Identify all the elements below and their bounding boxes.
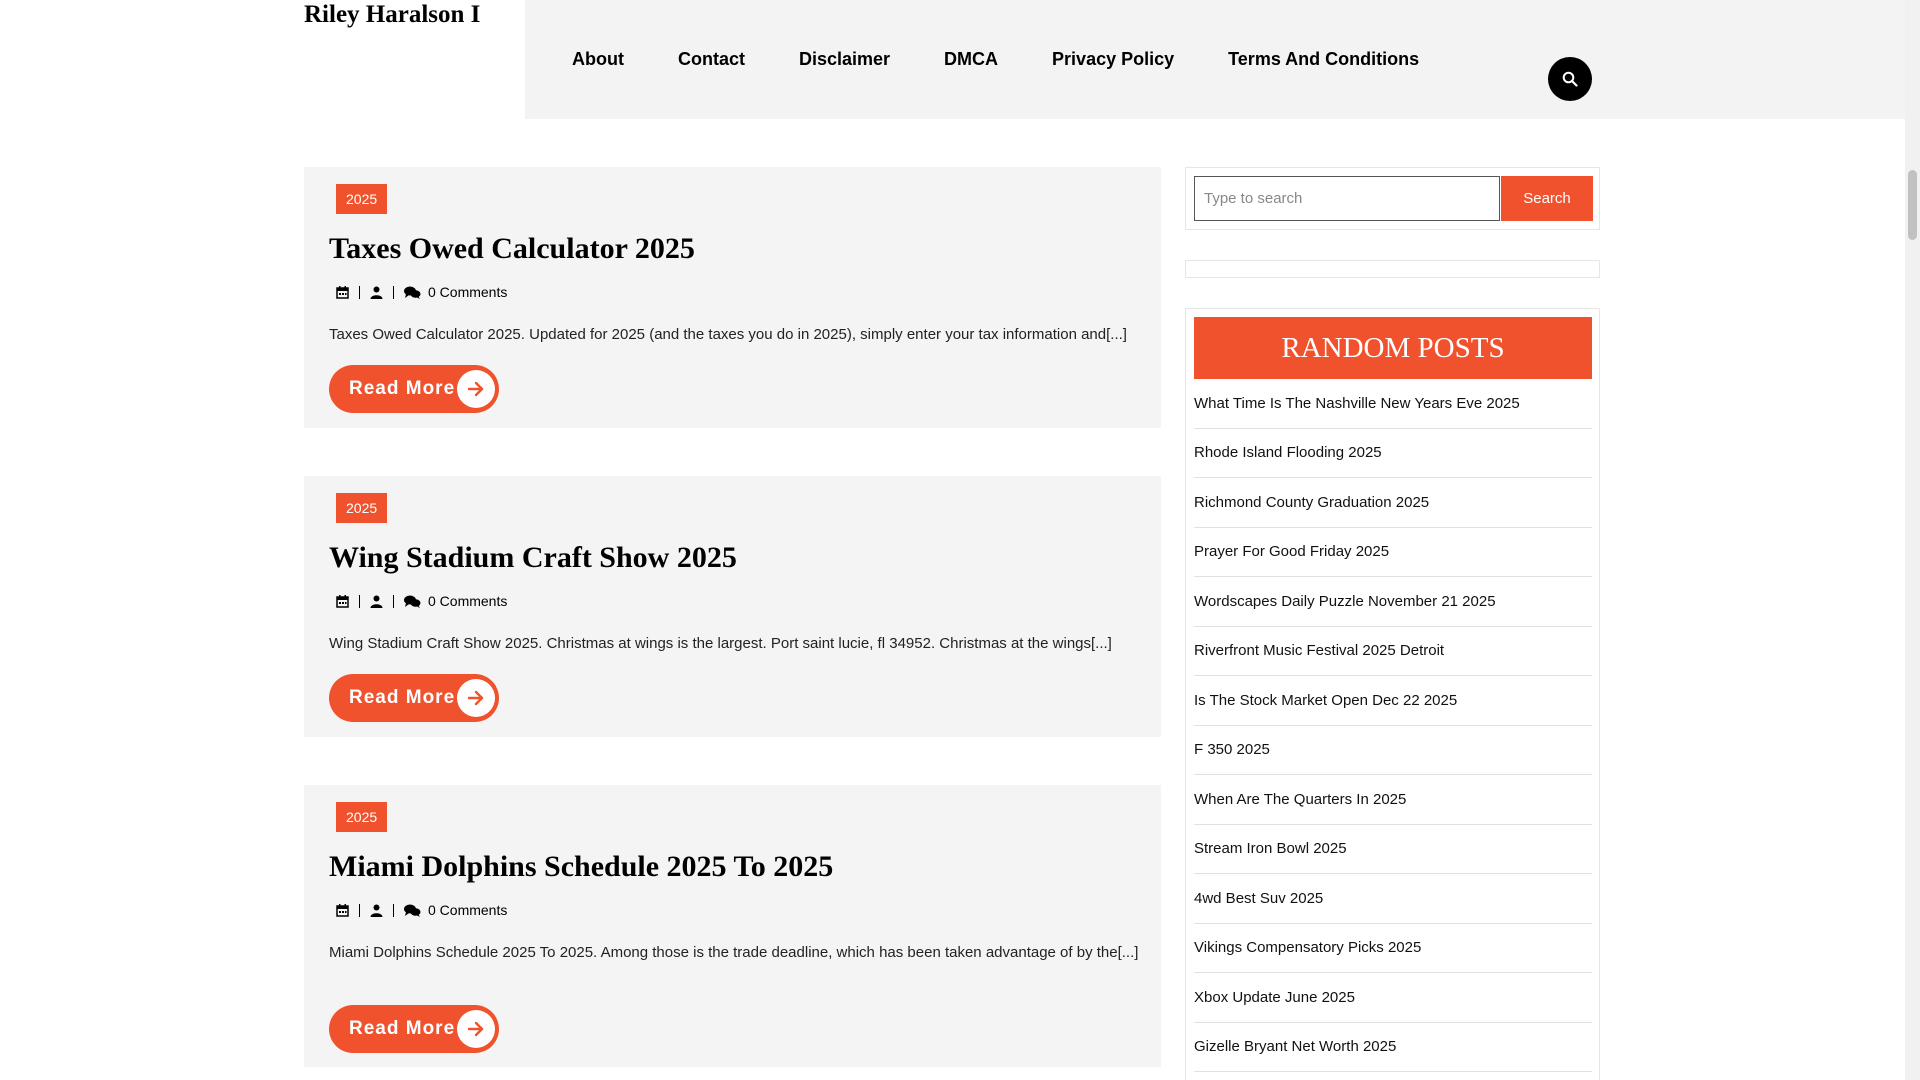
read-more-label: Read More [349,378,456,399]
meta-divider [393,903,394,917]
search-button[interactable]: Search [1501,176,1593,221]
post-meta: 0 Comments [336,902,507,918]
meta-divider [359,594,360,608]
post-title[interactable]: Taxes Owed Calculator 2025 [329,231,695,267]
random-post-link[interactable]: F 350 2025 [1194,726,1592,775]
comments-count[interactable]: 0 Comments [428,902,507,918]
random-post-link[interactable]: Richmond County Graduation 2025 [1194,478,1592,528]
calendar-icon [336,903,349,917]
arrow-right-icon [457,679,495,717]
read-more-label: Read More [349,1018,456,1039]
category-badge[interactable]: 2025 [336,493,388,523]
arrow-right-icon [457,1010,495,1048]
nav-item-terms-and-conditions[interactable]: Terms And Conditions [1228,49,1419,70]
random-post-link[interactable]: Xbox Update June 2025 [1194,973,1592,1023]
random-post-link[interactable]: Riverfront Music Festival 2025 Detroit [1194,627,1592,676]
site-title[interactable]: Riley Haralson I [304,0,480,30]
read-more-label: Read More [349,687,456,708]
meta-divider [359,903,360,917]
random-post-link[interactable]: 4wd Best Suv 2025 [1194,874,1592,924]
post-card: 2025 Miami Dolphins Schedule 2025 To 202… [304,785,1161,1067]
page: Riley Haralson I About Contact Disclaime… [0,0,1905,1080]
calendar-icon [336,594,349,608]
random-posts-widget: RANDOM POSTS What Time Is The Nashville … [1185,308,1600,1080]
post-card: 2025 Taxes Owed Calculator 2025 0 Commen… [304,167,1161,428]
category-badge[interactable]: 2025 [336,184,388,214]
random-post-link[interactable]: When Are The Quarters In 2025 [1194,775,1592,825]
comments-icon [404,904,421,917]
calendar-icon [336,285,349,299]
scrollbar-thumb[interactable] [1908,170,1917,240]
random-post-link[interactable]: What Time Is The Nashville New Years Eve… [1194,379,1592,429]
random-post-link[interactable]: Is The Stock Market Open Dec 22 2025 [1194,676,1592,726]
nav-item-contact[interactable]: Contact [678,49,745,70]
comments-count[interactable]: 0 Comments [428,593,507,609]
header-search-button[interactable] [1548,57,1592,101]
main-navigation: About Contact Disclaimer DMCA Privacy Po… [525,0,1905,119]
user-icon [370,595,383,608]
category-badge[interactable]: 2025 [336,802,388,832]
random-post-link[interactable]: Prayer For Good Friday 2025 [1194,528,1592,577]
arrow-right-icon [457,370,495,408]
comments-icon [404,286,421,299]
page-scrollbar[interactable] [1905,0,1920,1080]
meta-divider [393,594,394,608]
post-card: 2025 Wing Stadium Craft Show 2025 0 Comm… [304,476,1161,737]
nav-item-disclaimer[interactable]: Disclaimer [799,49,890,70]
post-title[interactable]: Wing Stadium Craft Show 2025 [329,540,737,576]
sidebar-empty-widget [1185,260,1600,278]
random-post-link[interactable]: Rhode Island Flooding 2025 [1194,429,1592,478]
post-excerpt: Wing Stadium Craft Show 2025. Christmas … [329,635,1112,652]
post-excerpt: Taxes Owed Calculator 2025. Updated for … [329,326,1127,343]
nav-menu: About Contact Disclaimer DMCA Privacy Po… [525,0,1473,119]
search-icon [1562,71,1578,87]
random-post-link[interactable]: Vikings Compensatory Picks 2025 [1194,924,1592,973]
nav-item-privacy-policy[interactable]: Privacy Policy [1052,49,1174,70]
read-more-button[interactable]: Read More [329,674,499,722]
comments-icon [404,595,421,608]
post-title[interactable]: Miami Dolphins Schedule 2025 To 2025 [329,849,833,885]
meta-divider [359,285,360,299]
search-input[interactable] [1194,176,1500,221]
read-more-button[interactable]: Read More [329,365,499,413]
random-post-link[interactable]: Gizelle Bryant Net Worth 2025 [1194,1023,1592,1072]
random-post-link[interactable]: Stream Iron Bowl 2025 [1194,825,1592,874]
random-posts-title: RANDOM POSTS [1194,317,1592,379]
comments-count[interactable]: 0 Comments [428,284,507,300]
post-meta: 0 Comments [336,284,507,300]
nav-item-about[interactable]: About [572,49,624,70]
sidebar-search-widget: Search [1185,167,1600,230]
user-icon [370,286,383,299]
random-posts-list: What Time Is The Nashville New Years Eve… [1194,379,1592,1072]
nav-item-dmca[interactable]: DMCA [944,49,998,70]
random-post-link[interactable]: Wordscapes Daily Puzzle November 21 2025 [1194,577,1592,627]
read-more-button[interactable]: Read More [329,1005,499,1053]
meta-divider [393,285,394,299]
post-meta: 0 Comments [336,593,507,609]
post-excerpt: Miami Dolphins Schedule 2025 To 2025. Am… [329,944,1139,961]
user-icon [370,904,383,917]
